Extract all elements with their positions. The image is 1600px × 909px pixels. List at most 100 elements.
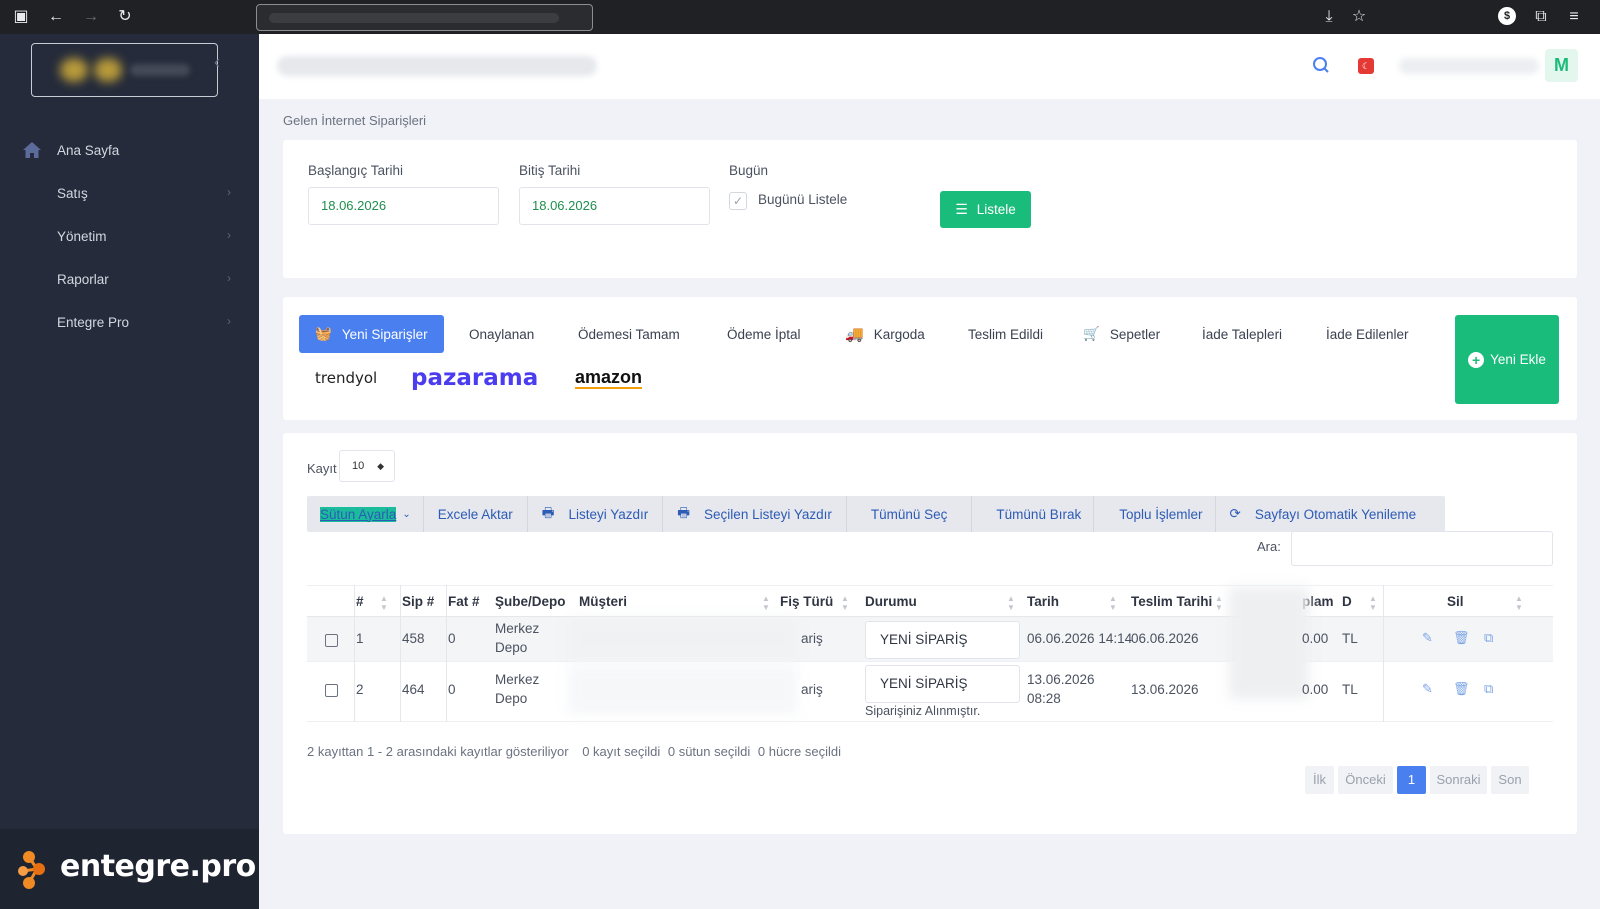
- user-name[interactable]: [1399, 58, 1539, 74]
- records-label: Kayıt: [307, 461, 337, 476]
- customer-name-redacted: [569, 666, 797, 714]
- edit-icon[interactable]: ✎: [1422, 681, 1433, 697]
- sidebar-item-ana-sayfa[interactable]: Ana Sayfa: [0, 129, 259, 172]
- select-all-button[interactable]: Tümünü Seç: [847, 496, 973, 532]
- bookmark-star-icon[interactable]: ☆: [1348, 6, 1370, 28]
- copy-icon[interactable]: ⧉: [1484, 681, 1493, 697]
- sidebar-item-raporlar[interactable]: Raporlar ›: [0, 258, 259, 301]
- sidebar-item-satis[interactable]: Satış ›: [0, 172, 259, 215]
- trash-icon[interactable]: 🗑: [1453, 630, 1470, 646]
- back-icon[interactable]: ←: [45, 6, 67, 28]
- menu-icon[interactable]: ≡: [1563, 6, 1585, 28]
- printer-icon: 🖶: [541, 504, 555, 520]
- col-sip[interactable]: Sip #: [402, 586, 434, 618]
- pager-last[interactable]: Son: [1491, 766, 1529, 794]
- tab-odemesi-tamam[interactable]: Ödemesi Tamam: [578, 315, 680, 353]
- status-select[interactable]: YENİ SİPARİŞ: [865, 621, 1020, 659]
- tab-teslim-edildi[interactable]: Teslim Edildi: [968, 315, 1043, 353]
- col-num[interactable]: #: [356, 586, 364, 618]
- company-logo[interactable]: [31, 43, 218, 97]
- column-settings-button[interactable]: Sütun Ayarla ⌄: [307, 496, 424, 532]
- brand-name: entegre.pro: [60, 849, 256, 884]
- cell-teslim: 06.06.2026: [1131, 631, 1199, 646]
- col-tarih[interactable]: Tarih: [1027, 586, 1059, 618]
- sidebar-item-entegre-pro[interactable]: Entegre Pro ›: [0, 301, 259, 344]
- sidebar-item-yonetim[interactable]: Yönetim ›: [0, 215, 259, 258]
- today-checkbox[interactable]: ✓: [729, 192, 747, 210]
- excel-export-button[interactable]: Excele Aktar: [424, 496, 528, 532]
- column-divider: [446, 585, 447, 722]
- today-checkbox-label: Bugünü Listele: [758, 192, 848, 207]
- status-select[interactable]: YENİ SİPARİŞ: [865, 665, 1020, 703]
- search-input[interactable]: [1291, 531, 1553, 566]
- collapse-sidebar-icon[interactable]: ‹: [214, 52, 220, 73]
- copy-icon[interactable]: ⧉: [1484, 630, 1493, 646]
- top-header: ☾ M: [259, 34, 1600, 99]
- sidebar-item-label: Satış: [57, 186, 88, 201]
- tab-iade-edilenler[interactable]: İade Edilenler: [1326, 315, 1409, 353]
- tab-label: Kargoda: [873, 326, 925, 342]
- orders-table-panel: Kayıt 10 ◆ Sütun Ayarla ⌄ Excele Aktar 🖶…: [283, 433, 1577, 834]
- forward-icon[interactable]: →: [80, 6, 102, 28]
- col-d[interactable]: D: [1342, 586, 1352, 618]
- deselect-all-button[interactable]: Tümünü Bırak: [972, 496, 1095, 532]
- plus-circle-icon: +: [1468, 351, 1485, 368]
- records-value: 10: [352, 460, 365, 472]
- tab-label: Ödeme İptal: [727, 326, 801, 342]
- start-date-input[interactable]: 18.06.2026: [308, 187, 499, 225]
- col-sil[interactable]: Sil: [1447, 586, 1464, 618]
- tab-onaylanan[interactable]: Onaylanan: [469, 315, 534, 353]
- sort-icon: ▲ ▼: [841, 594, 849, 612]
- cell-fat: 0: [448, 631, 456, 646]
- cell-num: 2: [356, 682, 364, 697]
- row-checkbox[interactable]: [325, 634, 338, 647]
- print-list-button[interactable]: 🖶 Listeyi Yazdır: [528, 496, 664, 532]
- pazarama-logo[interactable]: pazarama: [411, 363, 538, 393]
- col-fat[interactable]: Fat #: [448, 586, 480, 618]
- list-button[interactable]: ☰ Listele: [940, 191, 1031, 228]
- auto-refresh-button[interactable]: ⟳ Sayfayı Otomatik Yenileme: [1216, 496, 1431, 532]
- pager-page-1[interactable]: 1: [1397, 766, 1426, 794]
- address-bar[interactable]: [256, 4, 593, 31]
- records-per-page-select[interactable]: 10 ◆: [339, 450, 395, 482]
- table-row[interactable]: 2 464 0 Merkez Depo ariş YENİ SİPARİŞ Si…: [307, 662, 1553, 722]
- col-sube[interactable]: Şube/Depo: [495, 586, 566, 618]
- print-selected-button[interactable]: 🖶 Seçilen Listeyi Yazdır: [663, 496, 847, 532]
- tab-label: Teslim Edildi: [968, 326, 1044, 342]
- turkey-flag-icon[interactable]: ☾: [1358, 58, 1374, 74]
- col-teslim[interactable]: Teslim Tarihi: [1131, 586, 1212, 618]
- row-checkbox[interactable]: [325, 684, 338, 697]
- tab-sepetler[interactable]: 🛒 Sepetler: [1083, 315, 1160, 353]
- tab-kargoda[interactable]: 🚚 Kargoda: [845, 315, 925, 353]
- new-order-button[interactable]: + Yeni Ekle: [1455, 315, 1559, 404]
- pager-previous[interactable]: Önceki: [1338, 766, 1393, 794]
- profile-icon[interactable]: $: [1498, 7, 1516, 25]
- amazon-logo[interactable]: amazon: [575, 363, 643, 393]
- trendyol-logo[interactable]: trendyol: [315, 363, 377, 393]
- reload-icon[interactable]: ↻: [114, 6, 136, 28]
- pager-next[interactable]: Sonraki: [1430, 766, 1487, 794]
- table-row[interactable]: 1 458 0 Merkez Depo ariş YENİ SİPARİŞ 06…: [307, 587, 1553, 699]
- col-fis[interactable]: Fiş Türü: [780, 586, 833, 618]
- end-date-input[interactable]: 18.06.2026: [519, 187, 710, 225]
- search-icon[interactable]: [1312, 56, 1330, 74]
- selected-cells-info: 0 hücre seçildi: [757, 744, 841, 759]
- tab-odeme-iptal[interactable]: Ödeme İptal: [727, 315, 801, 353]
- sort-icon: ▲ ▼: [380, 594, 388, 612]
- chevron-right-icon: ›: [227, 228, 231, 242]
- download-icon[interactable]: ⤓: [1318, 6, 1340, 28]
- trash-icon[interactable]: 🗑: [1453, 681, 1470, 697]
- tab-iade-talepleri[interactable]: İade Talepleri: [1202, 315, 1282, 353]
- sidebar-toggle-icon[interactable]: ▣: [10, 6, 32, 28]
- today-label: Bugün: [729, 163, 769, 178]
- col-musteri[interactable]: Müşteri: [579, 586, 627, 618]
- avatar[interactable]: M: [1545, 49, 1578, 82]
- extensions-icon[interactable]: ⧉: [1530, 6, 1552, 28]
- edit-icon[interactable]: ✎: [1422, 630, 1433, 646]
- pager-first[interactable]: İlk: [1305, 766, 1334, 794]
- tab-yeni-siparisler[interactable]: 🧺 Yeni Siparişler: [299, 315, 444, 353]
- col-durum[interactable]: Durumu: [865, 586, 917, 618]
- bulk-actions-button[interactable]: Toplu İşlemler: [1094, 496, 1216, 532]
- amazon-wordmark: amazon: [575, 367, 643, 389]
- printer-icon: 🖶: [677, 504, 691, 520]
